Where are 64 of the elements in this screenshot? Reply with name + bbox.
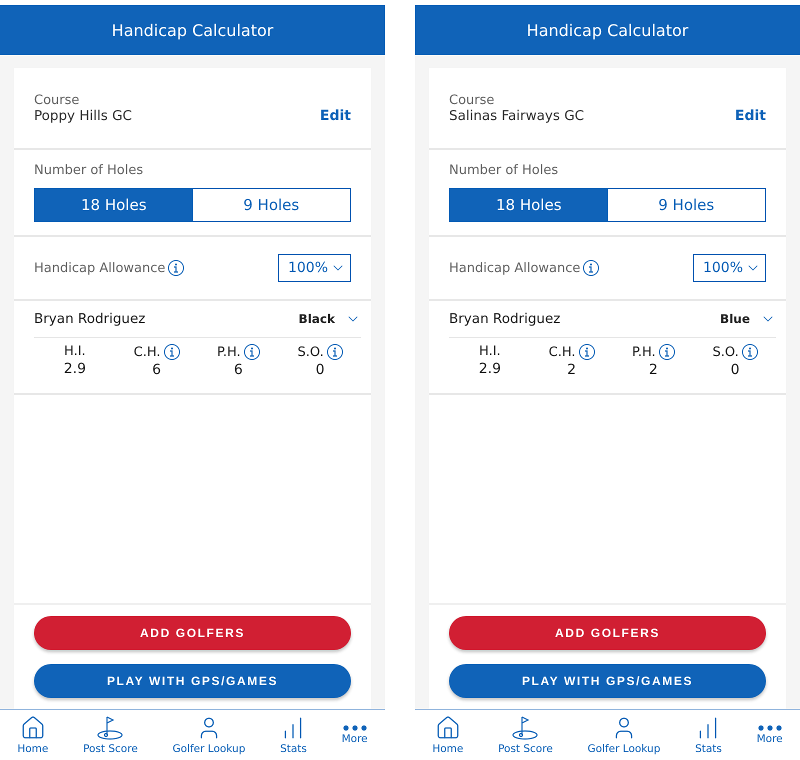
action-button[interactable]: PLAY WITH GPS/GAMES	[449, 664, 766, 698]
more-icon	[342, 725, 367, 731]
allowance-label: Handicap Allowance	[449, 260, 580, 276]
nav-item[interactable]: Home	[17, 715, 48, 755]
nav-item[interactable]: Post Score	[83, 715, 138, 755]
stat-label: H.I.	[479, 344, 501, 359]
stat-value: 6	[234, 362, 243, 378]
stat-label: P.H.	[217, 344, 241, 360]
allowance-dropdown[interactable]: 100%	[278, 254, 351, 282]
course-name: Poppy Hills GC	[34, 108, 132, 124]
nav-item[interactable]: Golfer Lookup	[587, 715, 660, 755]
info-icon[interactable]	[578, 344, 595, 360]
screen-title: Handicap Calculator	[112, 20, 274, 40]
stat-label: C.H.	[134, 344, 161, 360]
stat-label: H.I.	[64, 344, 86, 359]
stat-value: 6	[152, 362, 162, 378]
action-button[interactable]: ADD GOLFERS	[34, 616, 351, 650]
stat-label: C.H.	[548, 344, 576, 360]
stat-value: 2.9	[478, 361, 501, 377]
info-icon[interactable]	[583, 260, 600, 276]
info-icon[interactable]	[742, 344, 758, 360]
holes-label: Number of Holes	[449, 163, 560, 178]
edit-link[interactable]: Edit	[320, 108, 351, 124]
nav-item[interactable]: More	[342, 725, 368, 745]
nav-item[interactable]: Stats	[280, 715, 307, 755]
golf-flag-icon	[96, 715, 124, 741]
tee-name: Black	[298, 312, 335, 326]
stat-value: 0	[316, 362, 325, 378]
holes-option[interactable]: 18 Holes	[35, 189, 192, 221]
nav-item[interactable]: Stats	[695, 715, 722, 755]
holes-option[interactable]: 18 Holes	[450, 189, 608, 221]
course-label: Course	[449, 92, 496, 108]
stat-value: 2.9	[64, 361, 86, 377]
home-icon	[20, 715, 46, 741]
golfer-name: Bryan Rodriguez	[34, 311, 146, 327]
nav-item[interactable]: Post Score	[498, 715, 553, 755]
allowance-label: Handicap Allowance	[34, 260, 166, 276]
allowance-dropdown[interactable]: 100%	[692, 254, 766, 282]
holes-label: Number of Holes	[34, 163, 144, 178]
nav-item[interactable]: Home	[432, 715, 464, 755]
nav-item[interactable]: More	[756, 725, 783, 745]
golfer-name: Bryan Rodriguez	[449, 311, 560, 327]
stat-value: 2	[567, 362, 576, 378]
info-icon[interactable]	[168, 260, 184, 276]
stat-label: S.O.	[712, 344, 739, 360]
stat-label: S.O.	[298, 344, 324, 360]
course-name: Salinas Fairways GC	[449, 108, 584, 124]
stat-value: 2	[648, 362, 658, 378]
stat-value: 0	[730, 362, 740, 378]
screen-title: Handicap Calculator	[526, 20, 688, 40]
stat-label: P.H.	[632, 344, 656, 360]
tee-name: Blue	[720, 312, 750, 326]
nav-item[interactable]: Golfer Lookup	[172, 715, 246, 755]
info-icon[interactable]	[658, 344, 675, 360]
action-button[interactable]: ADD GOLFERS	[449, 616, 766, 650]
more-icon	[758, 725, 782, 731]
course-label: Course	[34, 92, 80, 108]
info-icon[interactable]	[326, 344, 343, 360]
info-icon[interactable]	[164, 344, 180, 360]
home-icon	[434, 715, 461, 741]
info-icon[interactable]	[244, 344, 260, 360]
edit-link[interactable]: Edit	[734, 108, 766, 124]
golf-flag-icon	[511, 715, 540, 741]
action-button[interactable]: PLAY WITH GPS/GAMES	[34, 664, 351, 698]
